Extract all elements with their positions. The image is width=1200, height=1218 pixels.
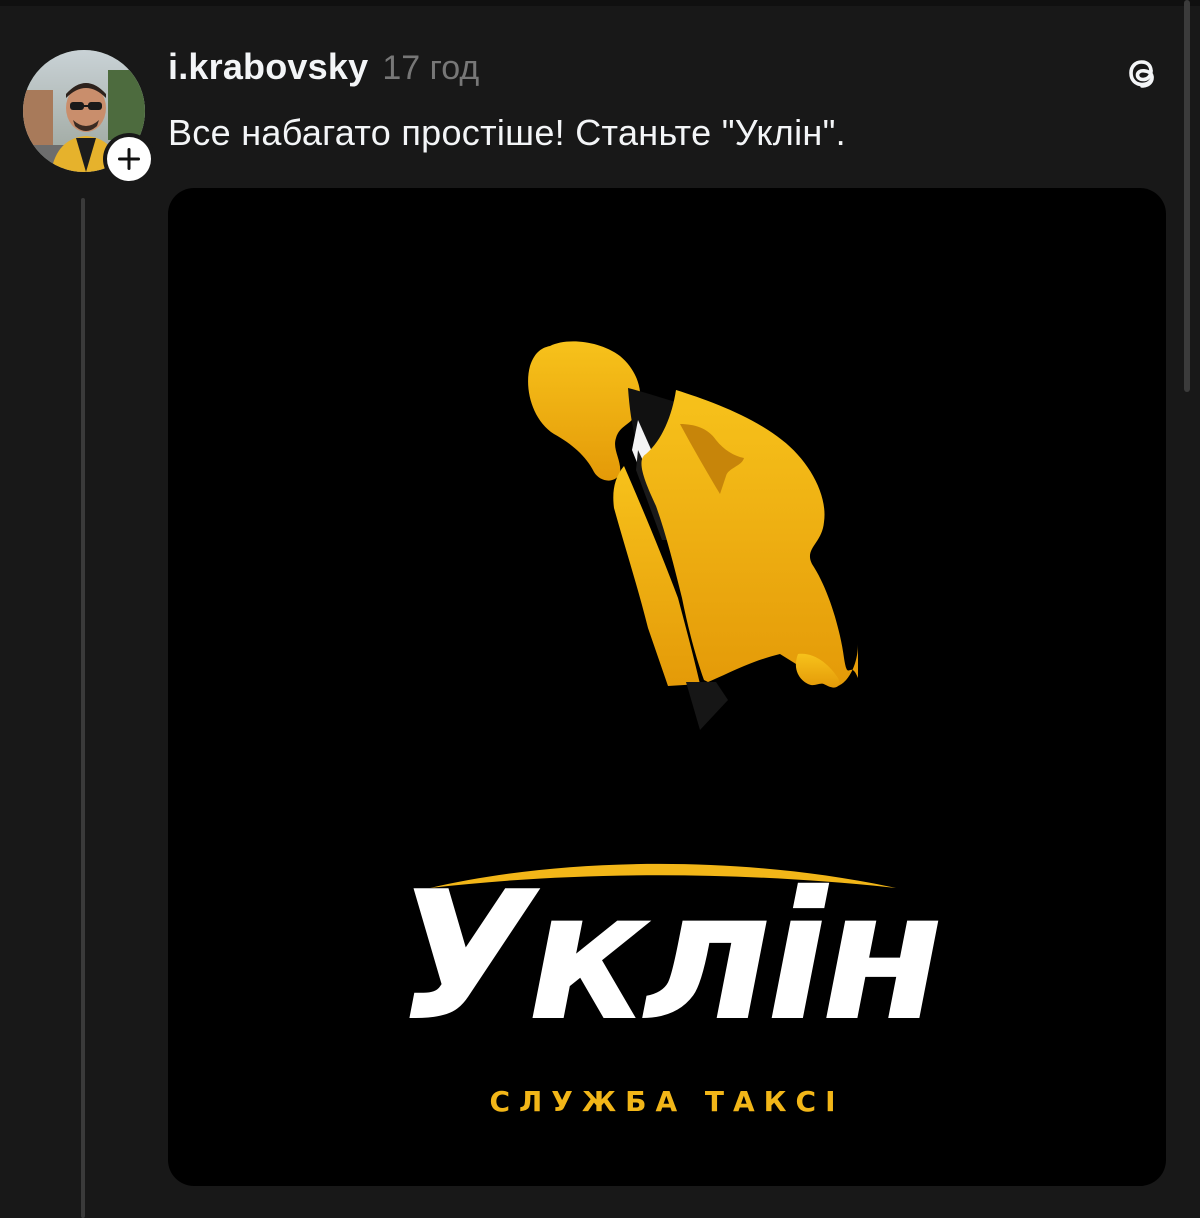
post-header: i.krabovsky 17 год bbox=[168, 46, 479, 92]
scrollbar[interactable] bbox=[1184, 0, 1190, 392]
logo-title: Уклін bbox=[395, 853, 944, 1060]
post-text: Все набагато простіше! Станьте "Уклін". bbox=[168, 112, 846, 153]
top-divider bbox=[0, 0, 1200, 6]
plus-icon bbox=[118, 148, 140, 170]
timestamp[interactable]: 17 год bbox=[382, 49, 479, 88]
follow-button-inner[interactable] bbox=[107, 137, 151, 181]
username[interactable]: i.krabovsky bbox=[168, 46, 368, 88]
logo-subtitle: СЛУЖБА ТАКСІ bbox=[489, 1085, 845, 1118]
post-image[interactable]: Уклін СЛУЖБА ТАКСІ bbox=[168, 188, 1166, 1186]
thread-line bbox=[81, 198, 85, 1218]
follow-button[interactable] bbox=[103, 133, 155, 185]
threads-post: i.krabovsky 17 год Все набагато простіше… bbox=[0, 0, 1200, 1218]
threads-icon[interactable] bbox=[1118, 50, 1164, 96]
